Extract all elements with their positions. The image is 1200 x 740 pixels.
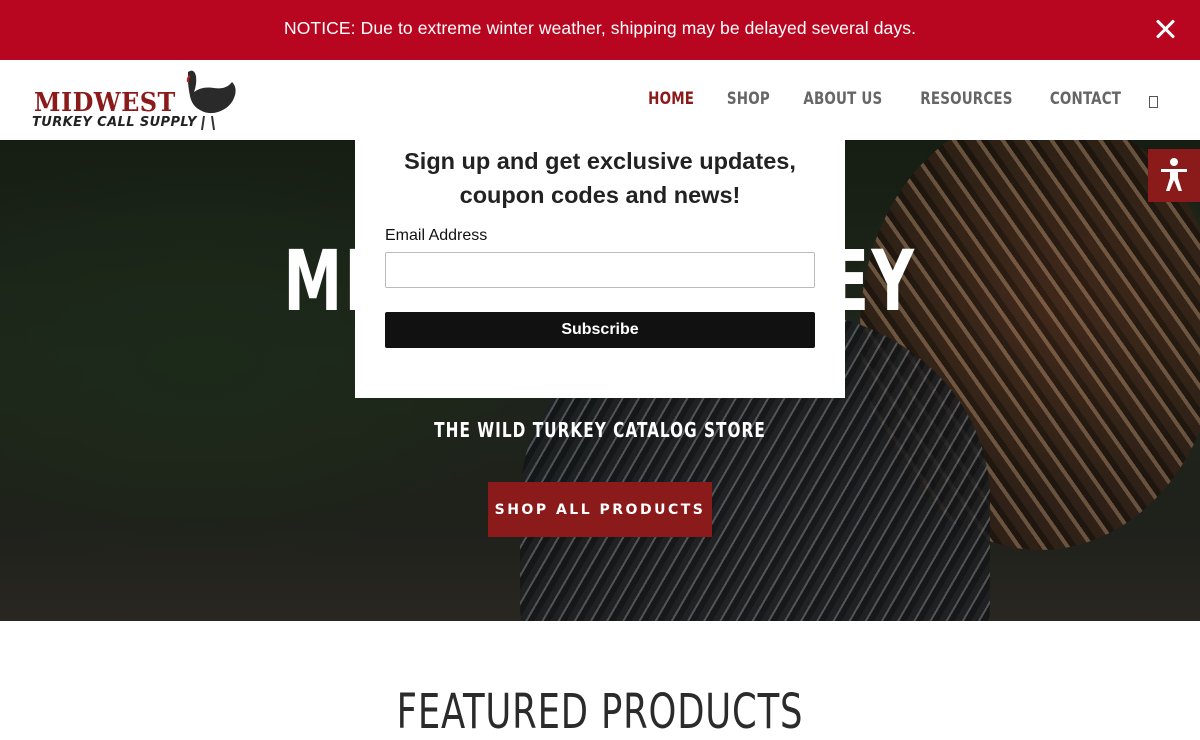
subscribe-button[interactable]: Subscribe [385, 312, 815, 348]
nav-resources[interactable]: RESOURCES [920, 89, 1012, 109]
nav-shop[interactable]: SHOP [726, 89, 769, 109]
hero-subtitle: THE WILD TURKEY CATALOG STORE [434, 418, 766, 442]
site-header: MIDWEST TURKEY CALL SUPPLY HOME SHOP ABO… [0, 60, 1200, 140]
notice-text: NOTICE: Due to extreme winter weather, s… [283, 18, 917, 38]
nav-about-us[interactable]: ABOUT US [804, 89, 883, 109]
turkey-icon [186, 70, 236, 131]
popup-heading-line2: coupon codes and news! [459, 182, 741, 208]
signup-popup: Sign up and get exclusive updates, coupo… [355, 140, 845, 398]
logo-subtitle: TURKEY CALL SUPPLY [32, 115, 197, 130]
popup-heading: Sign up and get exclusive updates, coupo… [355, 144, 845, 212]
accessibility-icon [1161, 158, 1187, 191]
nav-home[interactable]: HOME [648, 89, 694, 109]
close-icon[interactable] [1152, 16, 1178, 42]
nav-contact[interactable]: CONTACT [1050, 89, 1121, 109]
accessibility-button[interactable] [1148, 149, 1200, 202]
email-field[interactable] [385, 252, 815, 288]
featured-products-heading: FEATURED PRODUCTS [396, 684, 804, 740]
logo-title: MIDWEST [34, 88, 176, 118]
notice-bar: NOTICE: Due to extreme winter weather, s… [0, 0, 1200, 60]
shop-all-products-button[interactable]: SHOP ALL PRODUCTS [488, 482, 712, 537]
search-icon[interactable] [1149, 96, 1158, 108]
main-nav: HOME SHOP ABOUT US RESOURCES CONTACT [645, 89, 1126, 109]
email-label: Email Address [385, 227, 488, 244]
popup-heading-line1: Sign up and get exclusive updates, [404, 148, 796, 174]
logo[interactable]: MIDWEST TURKEY CALL SUPPLY [32, 66, 242, 136]
